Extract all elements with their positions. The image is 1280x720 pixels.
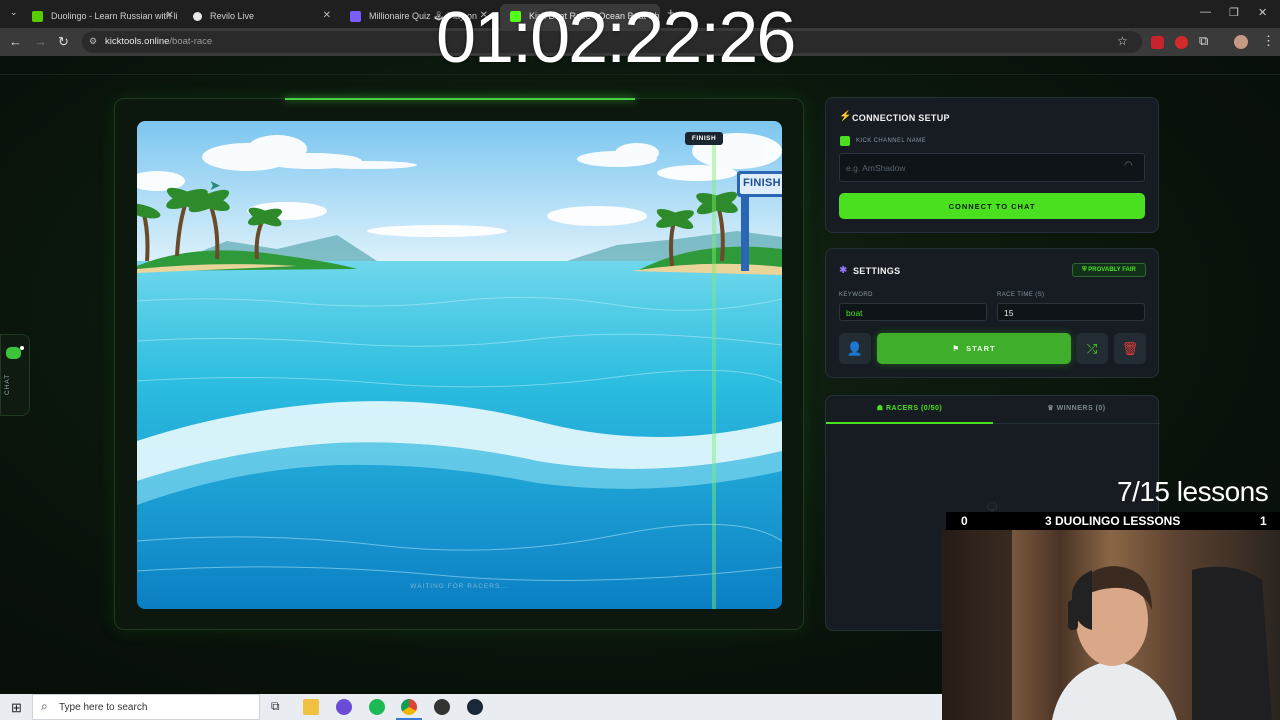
profile-avatar[interactable] <box>1234 35 1248 49</box>
lessons-counter: 7/15 lessons <box>1117 476 1269 507</box>
keyword-input[interactable]: boat <box>839 303 987 321</box>
chat-bubble-icon <box>6 347 21 359</box>
url-path: /boat-race <box>169 36 213 47</box>
file-explorer-icon[interactable] <box>303 699 319 715</box>
mouse-cursor-icon: ➤ <box>209 177 221 193</box>
keyword-label: KEYWORD <box>839 292 873 298</box>
reload-icon[interactable]: ↻ <box>58 34 69 50</box>
settings-panel: ✱ SETTINGS ⛨ PROVABLY FAIR KEYWORD boat … <box>825 248 1159 378</box>
kick-logo-icon <box>840 136 850 146</box>
tab-racers[interactable]: ☗ RACERS (0/50) <box>826 396 993 424</box>
revilo-icon <box>193 11 202 21</box>
task-view-icon[interactable]: ⧉ <box>271 699 280 714</box>
extension-icon[interactable] <box>1175 36 1188 49</box>
provably-fair-label: PROVABLY FAIR <box>1088 267 1136 273</box>
connect-to-chat-button[interactable]: CONNECT TO CHAT <box>839 193 1145 219</box>
chrome-icon[interactable] <box>401 699 417 715</box>
bookmark-star-icon[interactable]: ☆ <box>1117 34 1128 48</box>
delete-button[interactable]: 🗑 <box>1114 333 1146 364</box>
tab-duolingo[interactable]: Duolingo - Learn Russian with li ✕ <box>22 4 182 28</box>
quiz-icon <box>350 10 361 22</box>
close-tab-icon[interactable]: ✕ <box>166 10 174 21</box>
settings-title: SETTINGS <box>853 266 901 276</box>
site-info-icon[interactable]: ⚙ <box>89 36 97 47</box>
menu-kebab-icon[interactable]: ⋮ <box>1262 33 1275 49</box>
close-tab-icon[interactable]: ✕ <box>323 10 331 21</box>
extensions-puzzle-icon[interactable]: ⧉ <box>1199 33 1208 49</box>
add-user-button[interactable]: 👤 <box>839 333 871 364</box>
provably-fair-badge: ⛨ PROVABLY FAIR <box>1072 263 1146 277</box>
start-label: START <box>966 344 996 353</box>
chat-label: CHAT <box>4 373 11 395</box>
minimize-button[interactable]: — <box>1200 6 1211 18</box>
channel-name-label: KICK CHANNEL NAME <box>856 138 926 144</box>
shuffle-icon: ⤮ <box>1086 340 1098 356</box>
add-user-icon: 👤 <box>846 340 864 356</box>
score-right: 1 <box>1260 514 1267 528</box>
connection-setup-panel: ⚡ CONNECTION SETUP KICK CHANNEL NAME e.g… <box>825 97 1159 233</box>
trophy-icon: ♛ <box>1047 405 1057 412</box>
wifi-icon: ◠ <box>1124 160 1133 171</box>
race-time-label: RACE TIME (S) <box>997 292 1045 298</box>
score-left: 0 <box>961 514 968 528</box>
users-icon: ☗ <box>876 405 886 412</box>
tab-revilo-live[interactable]: Revilo Live ✕ <box>183 4 339 28</box>
search-icon: ⌕ <box>41 699 48 713</box>
tab-racers-label: RACERS (0/50) <box>885 405 943 412</box>
taskbar-search-input[interactable]: Type here to search <box>32 694 260 720</box>
adblock-extension-icon[interactable] <box>1151 36 1164 49</box>
race-time-input[interactable]: 15 <box>997 303 1145 321</box>
shuffle-button[interactable]: ⤮ <box>1076 333 1108 364</box>
close-window-button[interactable]: ✕ <box>1258 6 1267 19</box>
finish-badge: FINISH <box>685 132 723 145</box>
waiting-status: WAITING FOR RACERS... <box>410 583 509 590</box>
discord-icon[interactable] <box>336 699 352 715</box>
url-host: kicktools.online <box>105 36 170 47</box>
duolingo-icon <box>32 10 43 22</box>
tab-winners-label: WINNERS (0) <box>1056 405 1106 412</box>
channel-name-input[interactable]: e.g. AmShadow <box>839 153 1145 182</box>
gear-icon: ✱ <box>839 265 848 276</box>
url-text[interactable]: kicktools.online/boat-race <box>105 36 212 47</box>
start-button[interactable]: ⚑ START <box>877 333 1071 364</box>
plug-icon: ⚡ <box>839 111 852 122</box>
spotify-icon[interactable] <box>369 699 385 715</box>
notification-dot <box>20 346 24 350</box>
tab-title: Duolingo - Learn Russian with li <box>51 11 178 21</box>
chat-side-tab[interactable]: CHAT <box>0 334 30 416</box>
tab-search-chevron-icon[interactable]: ⌄ <box>10 7 18 18</box>
trash-icon: 🗑 <box>1121 340 1139 356</box>
score-title: 3 DUOLINGO LESSONS <box>1045 514 1181 528</box>
ocean-scene-illustration <box>137 121 782 609</box>
webcam-feed <box>942 530 1280 720</box>
tab-title: Revilo Live <box>210 11 255 21</box>
windows-taskbar: ⊞ Type here to search ⌕ ⧉ <box>0 694 942 720</box>
channel-name-placeholder: e.g. AmShadow <box>846 163 906 173</box>
game-card: ➤ FINISH FINISH WAITING FOR RACERS... <box>114 98 804 630</box>
taskbar-search-placeholder: Type here to search <box>59 702 148 713</box>
race-scene: ➤ FINISH FINISH WAITING FOR RACERS... <box>137 121 782 609</box>
connection-title: CONNECTION SETUP <box>852 113 950 123</box>
app-icon[interactable] <box>434 699 450 715</box>
finish-sign-text: FINISH <box>743 177 781 189</box>
forward-arrow-icon[interactable]: → <box>34 34 47 49</box>
tab-winners[interactable]: ♛ WINNERS (0) <box>993 396 1160 424</box>
restore-button[interactable]: ❐ <box>1229 6 1239 19</box>
flag-icon: ⚑ <box>952 344 961 353</box>
score-bar: 0 3 DUOLINGO LESSONS 1 <box>946 512 1280 530</box>
steam-icon[interactable] <box>467 699 483 715</box>
stream-timer: 01:02:22:26 <box>436 0 796 78</box>
webcam-image <box>942 530 1280 720</box>
windows-start-icon[interactable]: ⊞ <box>11 700 22 716</box>
back-arrow-icon[interactable]: ← <box>9 34 22 49</box>
